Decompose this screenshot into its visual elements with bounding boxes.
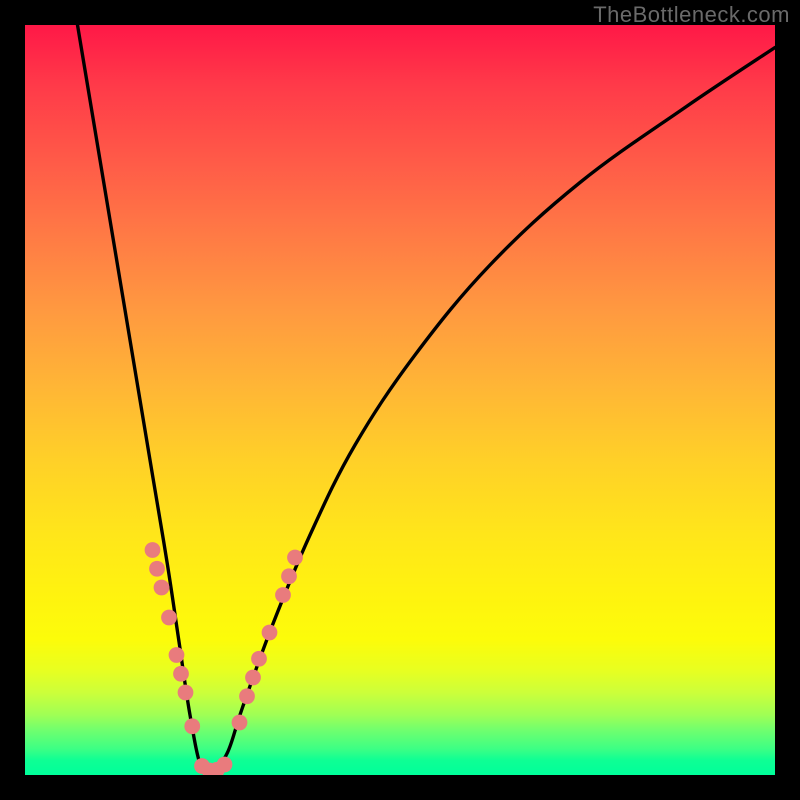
data-marker xyxy=(154,580,170,596)
curve-overlay xyxy=(25,25,775,775)
data-marker xyxy=(287,550,303,566)
data-marker xyxy=(245,670,261,686)
data-marker xyxy=(149,561,165,577)
plot-area xyxy=(25,25,775,775)
data-marker xyxy=(169,647,185,663)
data-marker xyxy=(173,666,189,682)
watermark-text: TheBottleneck.com xyxy=(593,2,790,28)
data-marker xyxy=(275,587,291,603)
data-marker xyxy=(281,568,297,584)
data-marker xyxy=(239,688,255,704)
data-marker xyxy=(178,685,194,701)
bottleneck-curve xyxy=(78,25,776,774)
data-marker xyxy=(251,651,267,667)
data-marker xyxy=(217,757,233,773)
data-marker xyxy=(145,542,161,558)
chart-frame: TheBottleneck.com xyxy=(0,0,800,800)
data-marker xyxy=(161,610,177,626)
data-marker xyxy=(184,718,200,734)
data-marker xyxy=(232,715,248,731)
data-marker xyxy=(262,625,278,641)
